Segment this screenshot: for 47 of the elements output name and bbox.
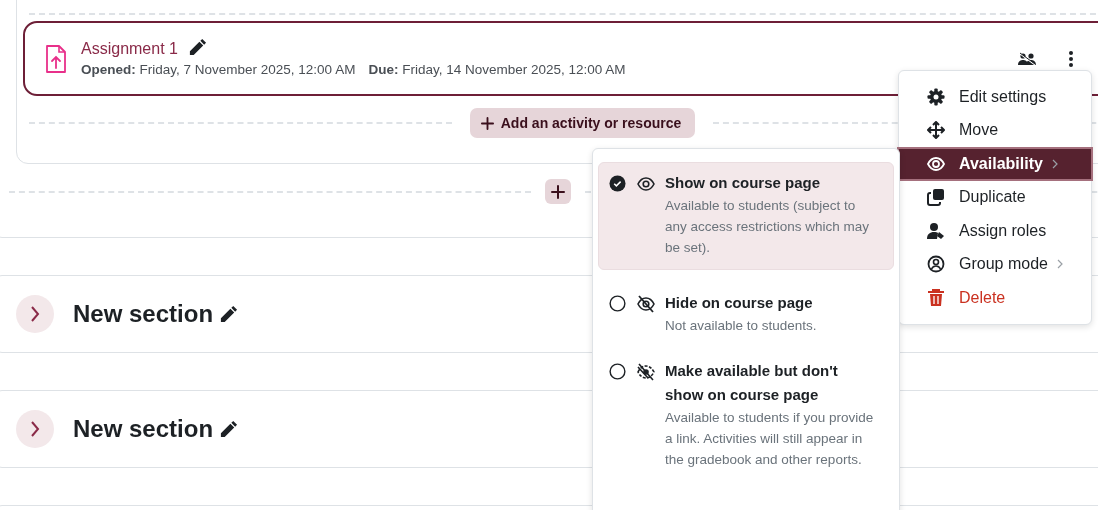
option-description: Not available to students.	[665, 317, 818, 335]
menu-item[interactable]: Duplicate	[899, 180, 1091, 214]
eye-slash-icon	[637, 363, 655, 381]
copy-icon	[927, 188, 945, 207]
trash-icon	[927, 288, 945, 307]
group-icon[interactable]	[1018, 51, 1036, 66]
chevron-right-icon	[29, 421, 41, 437]
chevron-right-icon	[1056, 259, 1063, 270]
eye-icon	[637, 175, 655, 193]
date-text: Opened: Friday, 7 November 2025, 12:00 AM	[81, 62, 356, 77]
kebab-menu-icon[interactable]	[1068, 49, 1074, 68]
menu-item[interactable]: Assign roles	[899, 214, 1091, 248]
menu-item[interactable]: Edit settings	[899, 80, 1091, 114]
activity-link[interactable]: Assignment 1	[81, 40, 178, 58]
file-upload-icon	[45, 43, 67, 74]
person-tag-icon	[927, 221, 945, 240]
eye-icon	[927, 154, 945, 173]
option-description: Available to students if you provide a link. Activities will still appear in the gradebook and other reports.	[665, 409, 875, 469]
option-title: Show on course page	[665, 173, 822, 193]
edit-icon[interactable]	[187, 37, 207, 57]
edit-icon[interactable]	[219, 419, 239, 439]
person-circle-icon	[927, 255, 945, 274]
option-description: Available to students (subject to any access restrictions which may be set).	[665, 197, 871, 257]
section-title: New section	[73, 300, 214, 328]
availability-option[interactable]: Show on course page Available to students (subject to any access restrictions which may be set).	[598, 162, 894, 270]
gear-icon	[927, 87, 945, 106]
move-arrows-icon	[927, 121, 945, 140]
option-title: Hide on course page	[665, 293, 814, 313]
chevron-right-icon	[29, 306, 41, 322]
plus-icon	[480, 116, 494, 130]
menu-item[interactable]: Availability	[897, 147, 1093, 181]
menu-item[interactable]: Group mode	[899, 247, 1091, 281]
date-text: Due: Friday, 14 November 2025, 12:00 AM	[368, 62, 626, 77]
availability-option[interactable]: Make available but don't show on course page Available to students if you provide a link. Activities will still appear in the gradebook and other reports.	[598, 350, 894, 482]
eye-slash-icon	[637, 295, 655, 313]
section-title: New section	[73, 415, 214, 443]
edit-icon[interactable]	[219, 304, 239, 324]
option-title: Make available but don't show on course page	[665, 361, 839, 405]
add-section-button[interactable]	[545, 179, 571, 204]
menu-item[interactable]: Delete	[899, 281, 1091, 315]
menu-item[interactable]: Move	[899, 113, 1091, 147]
expand-toggle[interactable]	[16, 410, 54, 448]
add-activity-button[interactable]: Add an activity or resource	[469, 108, 696, 138]
chevron-right-icon	[1051, 158, 1058, 169]
expand-toggle[interactable]	[16, 295, 54, 333]
plus-icon	[551, 184, 565, 199]
availability-option[interactable]: Hide on course page Not available to students.	[598, 282, 894, 348]
